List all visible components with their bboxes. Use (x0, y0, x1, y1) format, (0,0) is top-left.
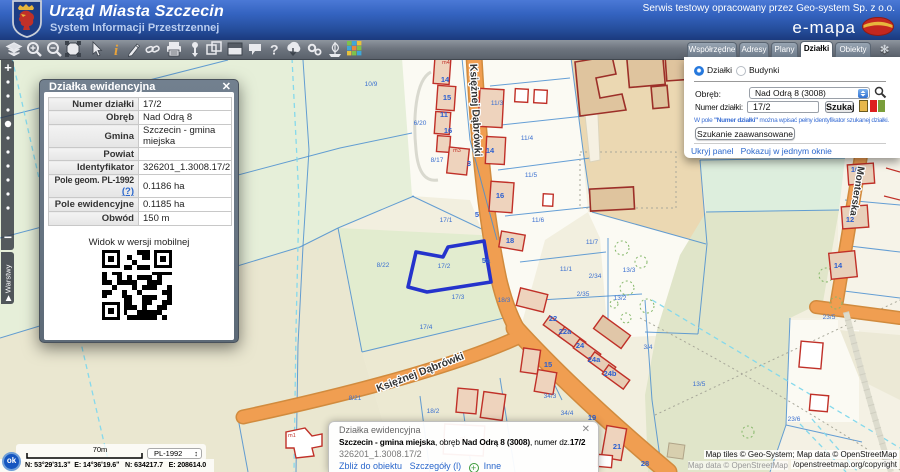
svg-text:18/2: 18/2 (427, 408, 440, 415)
svg-text:5a: 5a (482, 256, 491, 265)
svg-text:m1: m1 (288, 433, 296, 439)
svg-text:11: 11 (440, 110, 448, 119)
svg-text:13/3: 13/3 (623, 267, 636, 274)
svg-text:22a: 22a (559, 327, 572, 336)
svg-text:15: 15 (443, 93, 451, 102)
svg-text:17/1: 17/1 (440, 217, 453, 224)
svg-text:11/4: 11/4 (521, 135, 534, 142)
svg-text:34/4: 34/4 (561, 410, 574, 417)
svg-text:−: − (4, 229, 12, 245)
svg-text:▶ Warstwy: ▶ Warstwy (4, 264, 13, 301)
svg-text:13/2: 13/2 (614, 295, 627, 302)
svg-text:18/3: 18/3 (498, 297, 511, 304)
svg-text:16: 16 (496, 191, 504, 200)
svg-text:m3: m3 (453, 148, 461, 154)
svg-text:?: ? (270, 42, 279, 58)
svg-text:24b: 24b (604, 369, 617, 378)
svg-text:24: 24 (576, 341, 585, 350)
svg-text:2/35: 2/35 (577, 291, 590, 298)
svg-text:23/6: 23/6 (788, 416, 801, 423)
svg-text:5: 5 (475, 210, 479, 219)
svg-text:3/4: 3/4 (643, 344, 652, 351)
svg-text:11/7: 11/7 (586, 239, 599, 246)
svg-text:18: 18 (506, 236, 514, 245)
svg-text:24a: 24a (588, 355, 601, 364)
svg-text:28: 28 (641, 459, 649, 468)
svg-text:8/21: 8/21 (349, 395, 362, 402)
svg-text:+: + (4, 60, 12, 75)
svg-text:14: 14 (486, 146, 495, 155)
svg-text:17/4: 17/4 (420, 324, 433, 331)
svg-text:17/3: 17/3 (452, 294, 465, 301)
svg-text:6/20: 6/20 (414, 120, 427, 127)
svg-text:16: 16 (444, 126, 452, 135)
svg-text:i: i (114, 43, 119, 59)
svg-text:2/34: 2/34 (589, 273, 602, 280)
svg-text:8/17: 8/17 (431, 157, 444, 164)
svg-text:m4: m4 (442, 60, 450, 66)
svg-text:13/5: 13/5 (693, 381, 706, 388)
svg-text:15: 15 (544, 360, 552, 369)
svg-text:12: 12 (846, 215, 854, 224)
svg-text:11/6: 11/6 (532, 217, 545, 224)
svg-text:23/5: 23/5 (823, 314, 836, 321)
svg-text:14: 14 (441, 75, 450, 84)
svg-text:10/9: 10/9 (365, 81, 378, 88)
svg-text:22: 22 (549, 314, 557, 323)
svg-text:3: 3 (467, 159, 471, 168)
svg-text:34/3: 34/3 (544, 393, 557, 400)
svg-text:11/5: 11/5 (525, 172, 538, 179)
svg-text:8/22: 8/22 (377, 262, 390, 269)
svg-text:17/2: 17/2 (438, 263, 451, 270)
svg-text:21: 21 (613, 442, 621, 451)
svg-text:11/1: 11/1 (560, 266, 573, 273)
svg-text:14: 14 (834, 261, 843, 270)
svg-text:11/3: 11/3 (491, 100, 504, 107)
